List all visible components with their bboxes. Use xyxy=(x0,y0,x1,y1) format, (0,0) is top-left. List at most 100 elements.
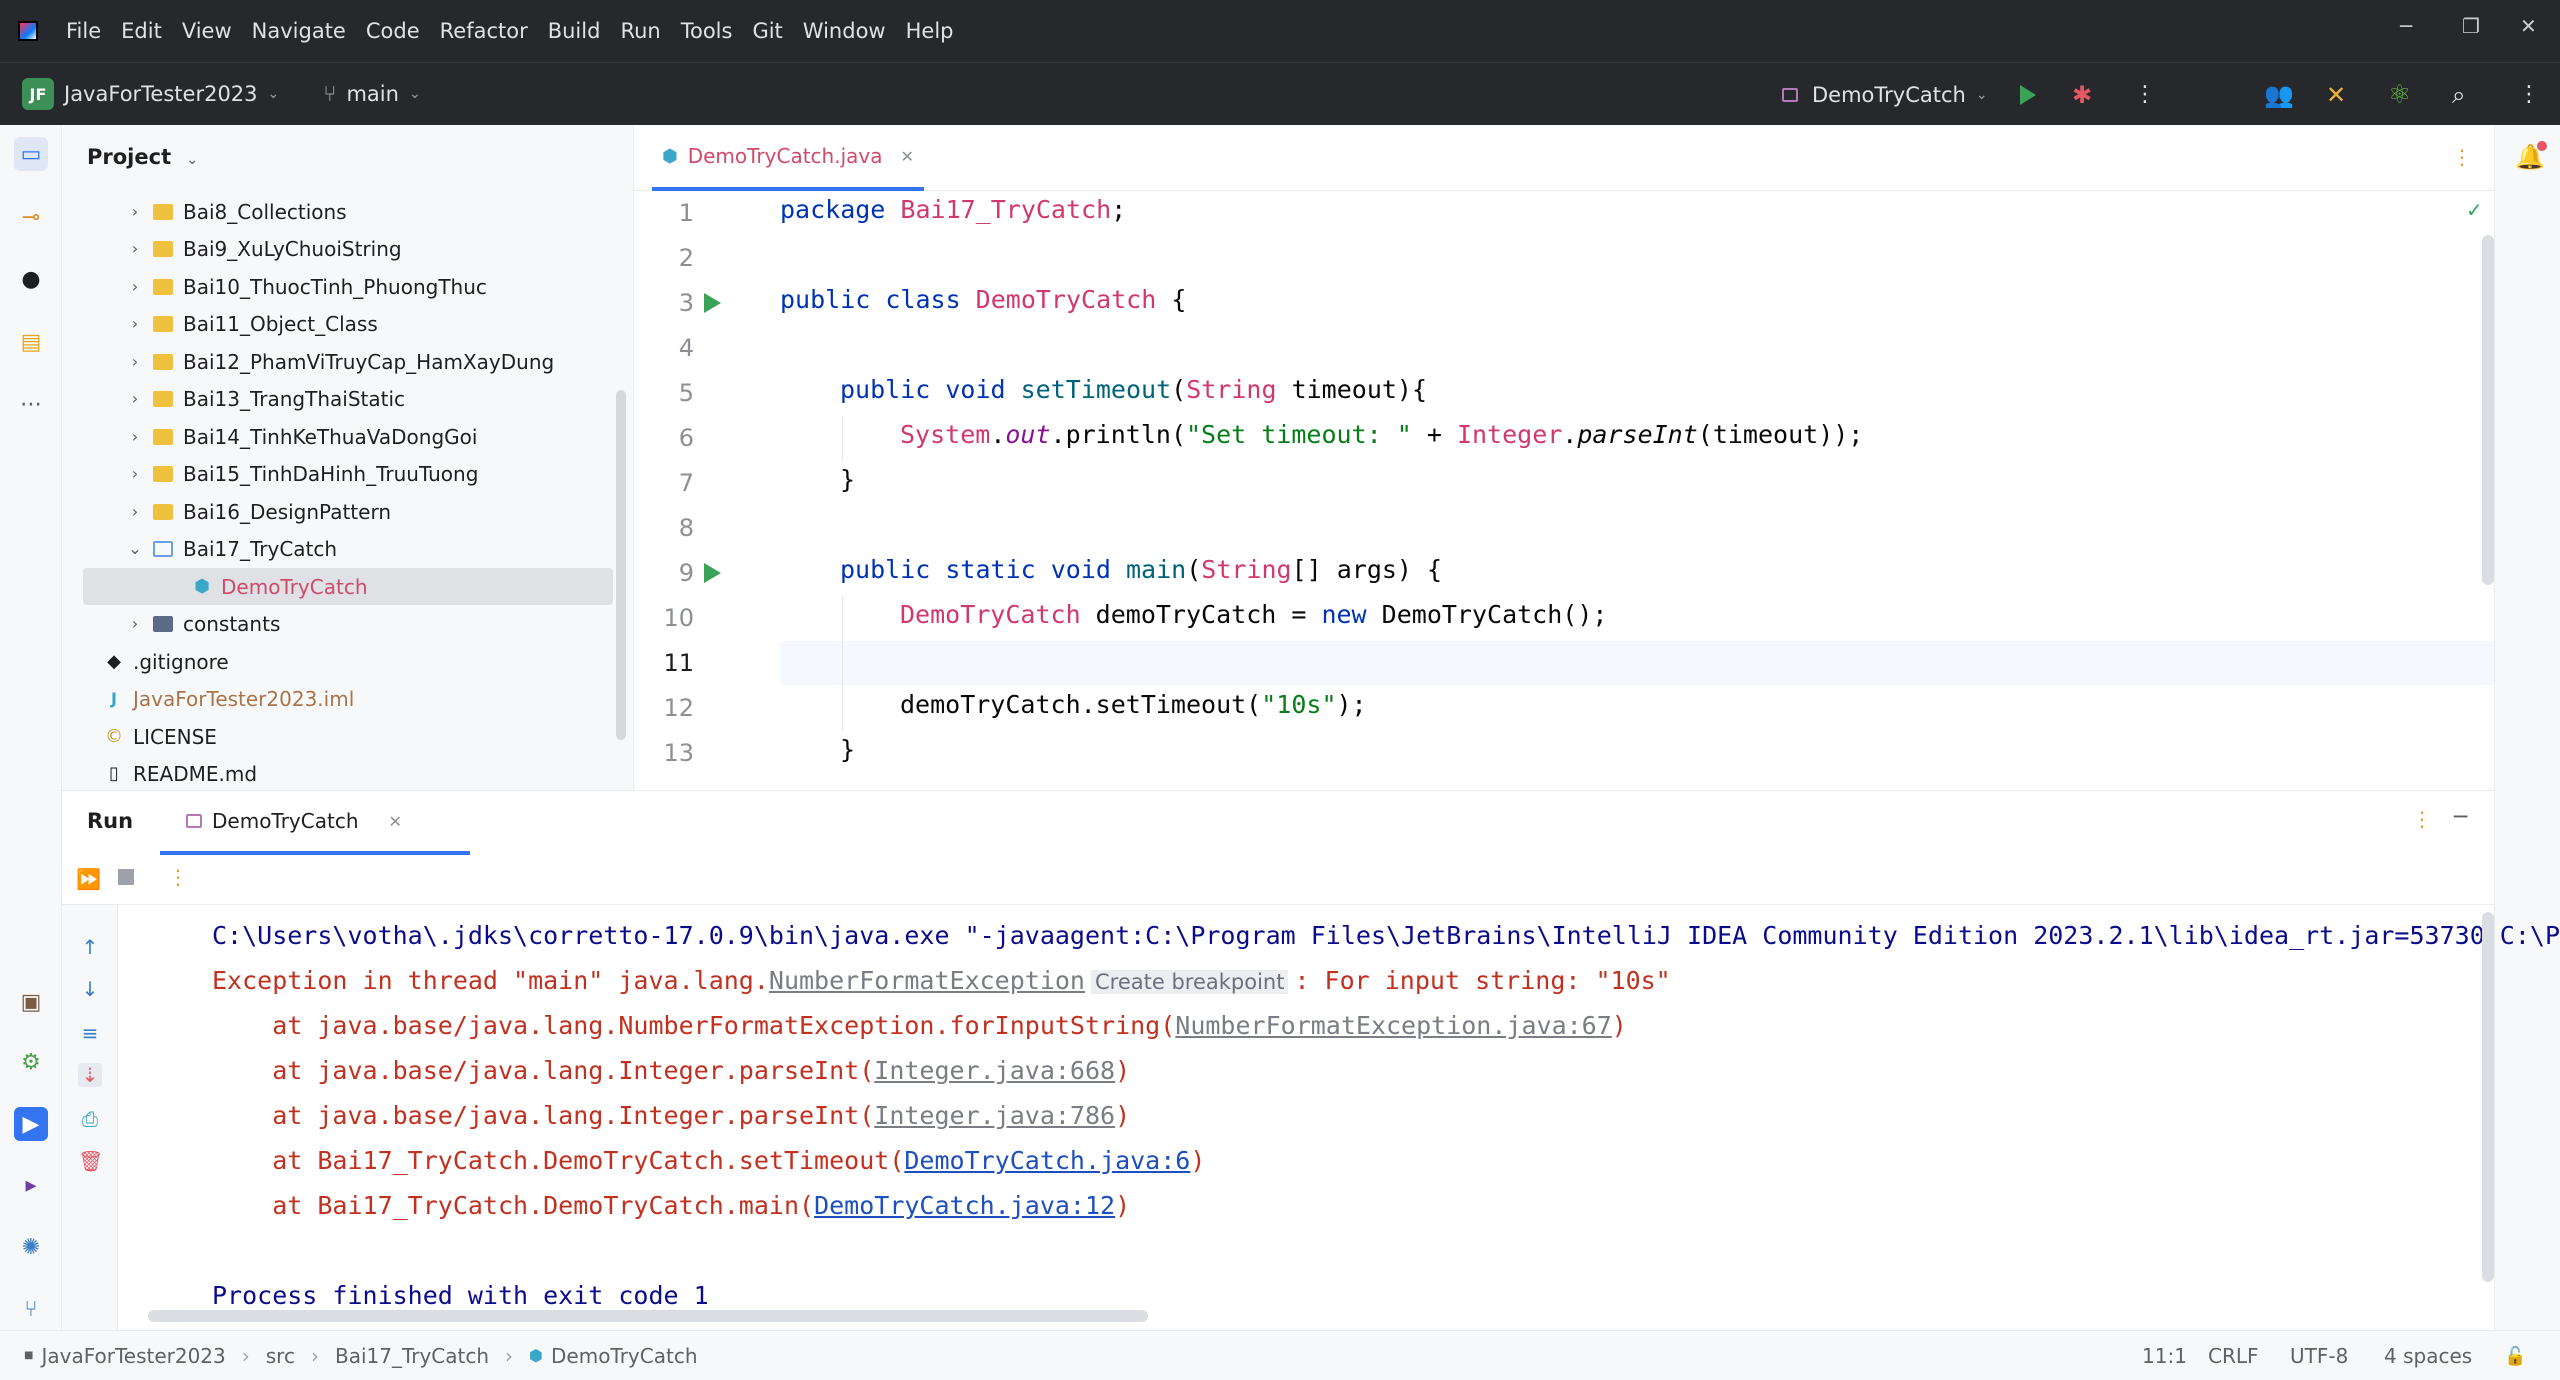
chevron-right-icon[interactable]: › xyxy=(125,464,145,483)
scroll-up-icon[interactable]: ↑ xyxy=(78,935,102,959)
chevron-right-icon[interactable]: › xyxy=(125,277,145,296)
project-panel-title[interactable]: Project ⌄ xyxy=(87,145,198,169)
terminal-icon[interactable]: ▸ xyxy=(14,1168,48,1202)
editor-options-icon[interactable]: ⋮ xyxy=(2452,145,2472,169)
stack-trace-link[interactable]: NumberFormatException.java:67 xyxy=(1175,1011,1612,1040)
chevron-right-icon[interactable]: › xyxy=(125,614,145,633)
file-encoding[interactable]: UTF-8 xyxy=(2290,1331,2348,1380)
chevron-right-icon[interactable]: › xyxy=(125,352,145,371)
more-run-actions-icon[interactable]: ⋮ xyxy=(168,865,188,889)
tree-item-demotrycatch[interactable]: ⬢ DemoTryCatch xyxy=(83,568,613,605)
line-separator[interactable]: CRLF xyxy=(2208,1331,2259,1380)
run-icon[interactable] xyxy=(2020,84,2036,105)
editor-tab-demotrycatch[interactable]: ⬢ DemoTryCatch.java ✕ xyxy=(652,125,924,191)
clear-console-icon[interactable]: 🗑 xyxy=(78,1149,103,1173)
tree-item-bai13[interactable]: › Bai13_TrangThaiStatic xyxy=(83,380,613,417)
chevron-right-icon[interactable]: › xyxy=(125,389,145,408)
console-output[interactable]: C:\Users\votha\.jdks\corretto-17.0.9\bin… xyxy=(118,905,2560,1331)
code-editor[interactable]: package Bai17_TryCatch; public class Dem… xyxy=(780,191,2494,790)
scroll-to-end-icon[interactable]: ⇣ xyxy=(78,1063,102,1087)
chevron-down-icon[interactable]: ⌄ xyxy=(409,86,421,102)
code-with-me-icon[interactable]: 👥 xyxy=(2264,63,2294,126)
breadcrumb-project[interactable]: JavaForTester2023 xyxy=(41,1344,225,1368)
tree-item-readme[interactable]: ▯ README.md xyxy=(83,755,613,792)
run-tool-icon[interactable]: ▶ xyxy=(14,1107,48,1141)
menu-window[interactable]: Window xyxy=(803,19,886,43)
console-horizontal-scrollbar[interactable] xyxy=(148,1310,1148,1322)
tree-item-bai8[interactable]: › Bai8_Collections xyxy=(83,193,613,230)
chevron-down-icon[interactable]: ⌄ xyxy=(1976,87,1988,103)
tree-item-bai12[interactable]: › Bai12_PhamViTruyCap_HamXayDung xyxy=(83,343,613,380)
caret-position[interactable]: 11:1 xyxy=(2142,1331,2187,1380)
run-config-selector[interactable]: DemoTryCatch xyxy=(1812,83,1966,107)
restore-icon[interactable]: ❐ xyxy=(2462,14,2480,38)
chevron-right-icon[interactable]: › xyxy=(125,427,145,446)
structure-icon[interactable]: ▤ xyxy=(14,325,48,359)
menu-refactor[interactable]: Refactor xyxy=(440,19,528,43)
minimize-icon[interactable]: ─ xyxy=(2400,14,2412,38)
stack-trace-link[interactable]: Integer.java:668 xyxy=(874,1056,1115,1085)
project-view-icon[interactable]: ▭ xyxy=(14,137,48,171)
run-panel-title[interactable]: Run xyxy=(87,809,133,833)
breadcrumb-src[interactable]: src xyxy=(266,1344,295,1368)
tree-item-bai15[interactable]: › Bai15_TinhDaHinh_TruuTuong xyxy=(83,455,613,492)
tree-item-constants[interactable]: › constants xyxy=(83,605,613,642)
menu-tools[interactable]: Tools xyxy=(681,19,733,43)
run-tab-demotrycatch[interactable]: DemoTryCatch ✕ xyxy=(160,791,470,855)
exception-link[interactable]: NumberFormatException xyxy=(769,966,1085,995)
project-badge[interactable]: JF xyxy=(22,78,54,110)
console-scrollbar[interactable] xyxy=(2482,912,2494,1282)
ai-assistant-icon[interactable]: ⚛ xyxy=(2388,63,2411,126)
tree-item-bai17[interactable]: ⌄ Bai17_TryCatch xyxy=(83,530,613,567)
menu-view[interactable]: View xyxy=(182,19,232,43)
branch-switcher[interactable]: main xyxy=(346,82,398,106)
scroll-down-icon[interactable]: ↓ xyxy=(78,977,102,1001)
project-scrollbar[interactable] xyxy=(616,390,626,740)
no-problems-check-icon[interactable]: ✓ xyxy=(2466,198,2483,222)
tree-item-bai11[interactable]: › Bai11_Object_Class xyxy=(83,305,613,342)
tree-item-bai9[interactable]: › Bai9_XuLyChuoiString xyxy=(83,230,613,267)
close-window-icon[interactable]: ✕ xyxy=(2520,14,2537,38)
commit-icon[interactable]: ⊸ xyxy=(14,200,48,234)
run-gutter-icon[interactable] xyxy=(704,563,721,583)
menu-help[interactable]: Help xyxy=(906,19,954,43)
git-icon[interactable]: ⑂ xyxy=(14,1292,48,1326)
menu-git[interactable]: Git xyxy=(752,19,782,43)
tree-item-license[interactable]: © LICENSE xyxy=(83,718,613,755)
run-options-icon[interactable]: ⋮ xyxy=(2412,807,2432,831)
rerun-icon[interactable]: ⏩ xyxy=(76,867,101,891)
build-tools-icon[interactable]: ✕ xyxy=(2326,63,2346,126)
breadcrumb-class[interactable]: DemoTryCatch xyxy=(551,1344,698,1368)
more-tools-icon[interactable]: ⋯ xyxy=(14,387,48,421)
stack-trace-link[interactable]: DemoTryCatch.java:12 xyxy=(814,1191,1115,1220)
menu-edit[interactable]: Edit xyxy=(121,19,162,43)
soft-wrap-icon[interactable]: ≡ xyxy=(78,1021,102,1045)
bookmarks-icon[interactable]: ▣ xyxy=(14,985,48,1019)
tree-item-bai14[interactable]: › Bai14_TinhKeThuaVaDongGoi xyxy=(83,418,613,455)
problems-icon[interactable]: ✺ xyxy=(14,1230,48,1264)
search-icon[interactable]: ⌕ xyxy=(2452,63,2465,126)
stop-icon[interactable] xyxy=(118,869,134,885)
services-icon[interactable]: ⚙ xyxy=(14,1045,48,1079)
stack-trace-link[interactable]: DemoTryCatch.java:6 xyxy=(904,1146,1190,1175)
chevron-down-icon[interactable]: ⌄ xyxy=(186,152,198,168)
chevron-down-icon[interactable]: ⌄ xyxy=(125,539,145,558)
close-tab-icon[interactable]: ✕ xyxy=(900,147,913,166)
editor-scrollbar[interactable] xyxy=(2482,235,2494,585)
chevron-right-icon[interactable]: › xyxy=(125,202,145,221)
run-gutter-icon[interactable] xyxy=(704,293,721,313)
debug-icon[interactable]: ✱ xyxy=(2072,63,2092,126)
github-icon[interactable]: ● xyxy=(14,262,48,296)
settings-menu-icon[interactable]: ⋮ xyxy=(2518,63,2540,126)
chevron-right-icon[interactable]: › xyxy=(125,502,145,521)
close-tab-icon[interactable]: ✕ xyxy=(389,812,402,831)
chevron-down-icon[interactable]: ⌄ xyxy=(268,86,280,102)
lock-icon[interactable]: 🔓 xyxy=(2504,1331,2526,1380)
run-button[interactable] xyxy=(2020,63,2036,126)
menu-navigate[interactable]: Navigate xyxy=(252,19,346,43)
tree-item-gitignore[interactable]: ◆ .gitignore xyxy=(83,643,613,680)
project-switcher[interactable]: JavaForTester2023 xyxy=(64,82,258,106)
more-actions-icon[interactable]: ⋮ xyxy=(2134,63,2156,126)
chevron-right-icon[interactable]: › xyxy=(125,314,145,333)
tree-item-iml[interactable]: J JavaForTester2023.iml xyxy=(83,680,613,717)
